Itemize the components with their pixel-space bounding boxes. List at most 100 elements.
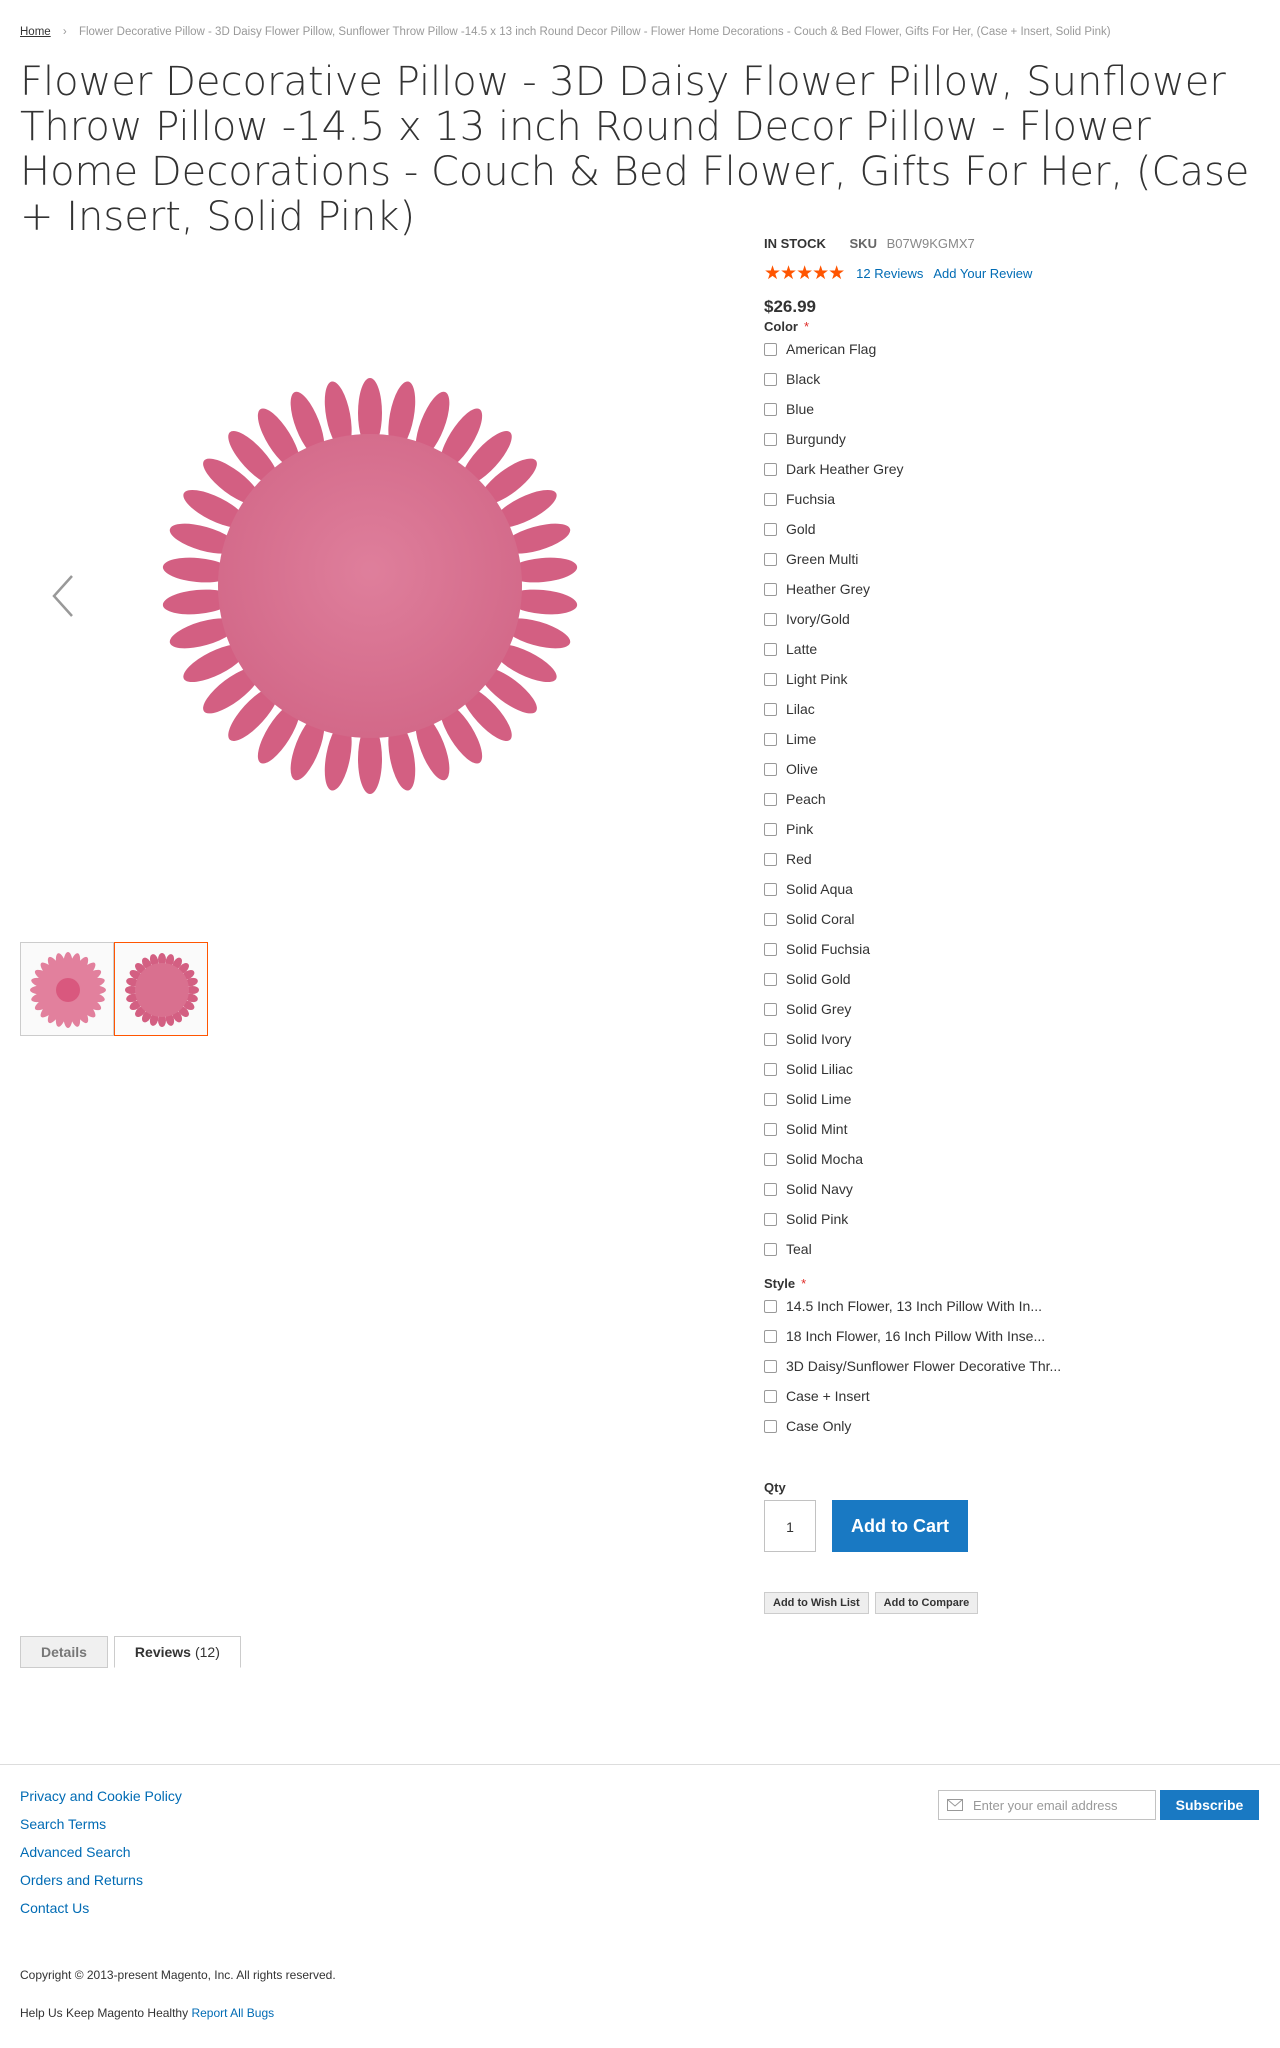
page-title: Flower Decorative Pillow - 3D Daisy Flow… bbox=[20, 59, 1250, 240]
checkbox-icon[interactable] bbox=[764, 762, 777, 776]
footer-link-item: Orders and Returns bbox=[20, 1872, 182, 1900]
checkbox-icon[interactable] bbox=[764, 1389, 777, 1403]
checkbox-icon[interactable] bbox=[764, 1092, 777, 1106]
checkbox-icon[interactable] bbox=[764, 642, 777, 656]
footer-link[interactable]: Privacy and Cookie Policy bbox=[20, 1788, 182, 1804]
checkbox-icon[interactable] bbox=[764, 522, 777, 536]
color-option[interactable]: Light Pink bbox=[764, 664, 1260, 694]
checkbox-icon[interactable] bbox=[764, 972, 777, 986]
checkbox-icon[interactable] bbox=[764, 402, 777, 416]
color-option[interactable]: Lilac bbox=[764, 694, 1260, 724]
checkbox-icon[interactable] bbox=[764, 1329, 777, 1343]
color-option[interactable]: Solid Lime bbox=[764, 1084, 1260, 1114]
color-option[interactable]: Solid Coral bbox=[764, 904, 1260, 934]
gallery-prev-arrow[interactable] bbox=[46, 566, 86, 626]
thumbnail-pillow-back[interactable] bbox=[114, 942, 208, 1036]
checkbox-icon[interactable] bbox=[764, 432, 777, 446]
add-to-wishlist-button[interactable]: Add to Wish List bbox=[764, 1592, 869, 1614]
color-option[interactable]: Teal bbox=[764, 1234, 1260, 1264]
color-option[interactable]: Green Multi bbox=[764, 544, 1260, 574]
checkbox-icon[interactable] bbox=[764, 912, 777, 926]
checkbox-icon[interactable] bbox=[764, 882, 777, 896]
checkbox-icon[interactable] bbox=[764, 1419, 777, 1433]
color-option[interactable]: Solid Gold bbox=[764, 964, 1260, 994]
color-option[interactable]: Red bbox=[764, 844, 1260, 874]
color-option[interactable]: Solid Pink bbox=[764, 1204, 1260, 1234]
checkbox-icon[interactable] bbox=[764, 1182, 777, 1196]
checkbox-icon[interactable] bbox=[764, 582, 777, 596]
color-option[interactable]: Solid Liliac bbox=[764, 1054, 1260, 1084]
checkbox-icon[interactable] bbox=[764, 492, 777, 506]
color-option-label: Dark Heather Grey bbox=[786, 461, 904, 477]
stock-sku-row: IN STOCK SKU B07W9KGMX7 bbox=[764, 236, 1260, 251]
checkbox-icon[interactable] bbox=[764, 672, 777, 686]
footer-link[interactable]: Advanced Search bbox=[20, 1844, 131, 1860]
color-option[interactable]: Solid Mint bbox=[764, 1114, 1260, 1144]
checkbox-icon[interactable] bbox=[764, 462, 777, 476]
color-option[interactable]: Solid Mocha bbox=[764, 1144, 1260, 1174]
color-option[interactable]: Ivory/Gold bbox=[764, 604, 1260, 634]
color-option[interactable]: Solid Aqua bbox=[764, 874, 1260, 904]
style-option[interactable]: 18 Inch Flower, 16 Inch Pillow With Inse… bbox=[764, 1321, 1260, 1351]
checkbox-icon[interactable] bbox=[764, 1299, 777, 1313]
checkbox-icon[interactable] bbox=[764, 1122, 777, 1136]
footer-link[interactable]: Contact Us bbox=[20, 1900, 89, 1916]
thumbnail-daisy-front[interactable] bbox=[20, 942, 114, 1036]
checkbox-icon[interactable] bbox=[764, 1032, 777, 1046]
checkbox-icon[interactable] bbox=[764, 552, 777, 566]
tab-reviews[interactable]: Reviews (12) bbox=[113, 1636, 241, 1668]
checkbox-icon[interactable] bbox=[764, 1152, 777, 1166]
checkbox-icon[interactable] bbox=[764, 852, 777, 866]
footer-link[interactable]: Orders and Returns bbox=[20, 1872, 143, 1888]
color-option[interactable]: Solid Fuchsia bbox=[764, 934, 1260, 964]
report-bugs-link[interactable]: Report All Bugs bbox=[191, 2006, 274, 2020]
style-option[interactable]: Case Only bbox=[764, 1411, 1260, 1441]
color-option-label: Lilac bbox=[786, 701, 815, 717]
checkbox-icon[interactable] bbox=[764, 612, 777, 626]
color-option[interactable]: Black bbox=[764, 364, 1260, 394]
footer-link[interactable]: Search Terms bbox=[20, 1816, 106, 1832]
subscribe-button[interactable]: Subscribe bbox=[1160, 1790, 1259, 1820]
style-option[interactable]: 14.5 Inch Flower, 13 Inch Pillow With In… bbox=[764, 1291, 1260, 1321]
checkbox-icon[interactable] bbox=[764, 1359, 777, 1373]
color-option[interactable]: Burgundy bbox=[764, 424, 1260, 454]
checkbox-icon[interactable] bbox=[764, 822, 777, 836]
color-option[interactable]: Heather Grey bbox=[764, 574, 1260, 604]
color-option[interactable]: Gold bbox=[764, 514, 1260, 544]
color-option[interactable]: Peach bbox=[764, 784, 1260, 814]
add-to-compare-button[interactable]: Add to Compare bbox=[874, 1592, 979, 1614]
tab-details[interactable]: Details bbox=[20, 1636, 108, 1668]
color-option[interactable]: Lime bbox=[764, 724, 1260, 754]
style-option-label: Case Only bbox=[786, 1418, 852, 1434]
color-option[interactable]: Solid Grey bbox=[764, 994, 1260, 1024]
color-option[interactable]: Olive bbox=[764, 754, 1260, 784]
checkbox-icon[interactable] bbox=[764, 1062, 777, 1076]
checkbox-icon[interactable] bbox=[764, 732, 777, 746]
reviews-link[interactable]: 12 Reviews bbox=[856, 266, 923, 281]
style-option[interactable]: Case + Insert bbox=[764, 1381, 1260, 1411]
checkbox-icon[interactable] bbox=[764, 1002, 777, 1016]
newsletter-email-input[interactable]: Enter your email address bbox=[938, 1790, 1156, 1820]
color-option[interactable]: Pink bbox=[764, 814, 1260, 844]
color-option[interactable]: Solid Navy bbox=[764, 1174, 1260, 1204]
add-review-link[interactable]: Add Your Review bbox=[933, 266, 1032, 281]
checkbox-icon[interactable] bbox=[764, 942, 777, 956]
checkbox-icon[interactable] bbox=[764, 702, 777, 716]
add-to-cart-button[interactable]: Add to Cart bbox=[832, 1500, 968, 1552]
checkbox-icon[interactable] bbox=[764, 1212, 777, 1226]
color-option[interactable]: Dark Heather Grey bbox=[764, 454, 1260, 484]
color-option[interactable]: Fuchsia bbox=[764, 484, 1260, 514]
checkbox-icon[interactable] bbox=[764, 1242, 777, 1256]
thumbnail-next-control[interactable] bbox=[697, 942, 727, 1036]
checkbox-icon[interactable] bbox=[764, 372, 777, 386]
color-option[interactable]: Blue bbox=[764, 394, 1260, 424]
color-option[interactable]: Latte bbox=[764, 634, 1260, 664]
color-option[interactable]: American Flag bbox=[764, 334, 1260, 364]
color-option[interactable]: Solid Ivory bbox=[764, 1024, 1260, 1054]
qty-input[interactable]: 1 bbox=[764, 1500, 816, 1552]
checkbox-icon[interactable] bbox=[764, 342, 777, 356]
checkbox-icon[interactable] bbox=[764, 792, 777, 806]
breadcrumb-home-link[interactable]: Home bbox=[20, 26, 51, 38]
style-option[interactable]: 3D Daisy/Sunflower Flower Decorative Thr… bbox=[764, 1351, 1260, 1381]
product-gallery[interactable] bbox=[20, 236, 726, 942]
